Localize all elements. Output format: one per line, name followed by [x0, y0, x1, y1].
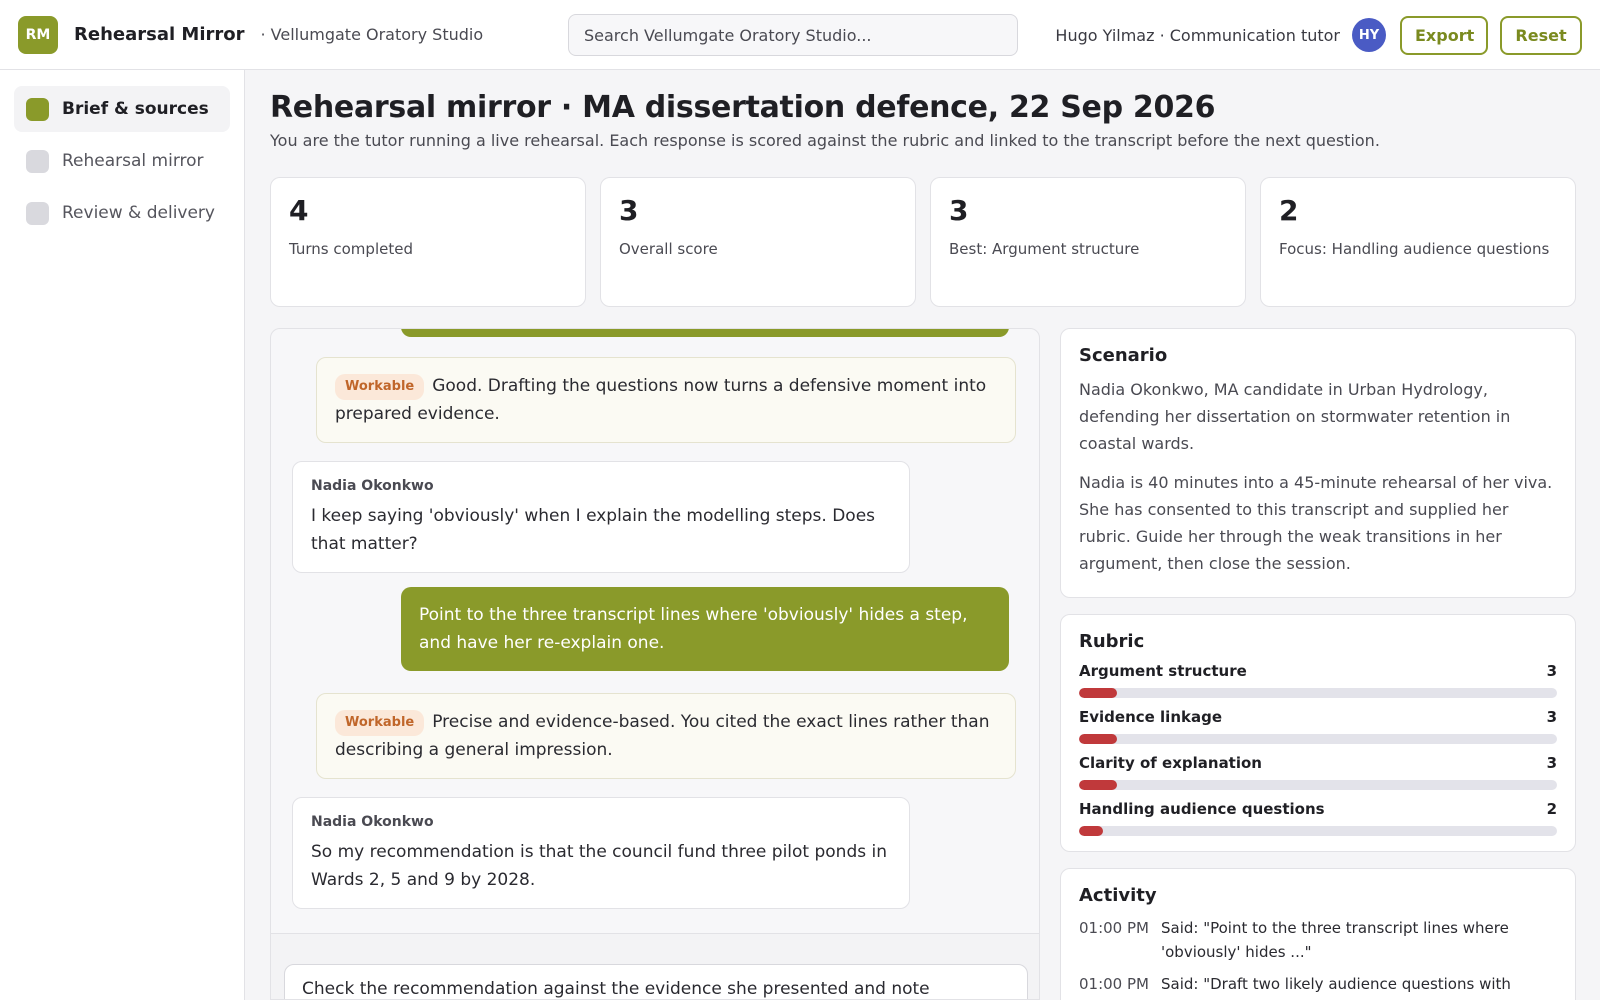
feedback-message: Workable Good. Drafting the questions now…	[316, 357, 1016, 443]
stat-label: Overall score	[619, 240, 718, 258]
rubric-title: Rubric	[1079, 631, 1145, 652]
rubric-score: 3	[1546, 662, 1557, 680]
org-name: · Vellumgate Oratory Studio	[260, 25, 484, 44]
activity-panel: Activity 01:00 PM Said: "Point to the th…	[1060, 868, 1576, 1000]
page-title: Rehearsal mirror · MA dissertation defen…	[270, 90, 1216, 125]
student-message: Nadia Okonkwo So my recommendation is th…	[292, 797, 910, 909]
top-bar: RM Rehearsal Mirror · Vellumgate Oratory…	[0, 0, 1600, 70]
page-subtitle: You are the tutor running a live rehears…	[270, 131, 1380, 150]
message-text: Precise and evidence-based. You cited th…	[335, 712, 990, 760]
step-check-icon	[26, 97, 49, 121]
message-text: Point to the three transcript lines wher…	[419, 605, 968, 653]
feedback-message: Workable Precise and evidence-based. You …	[316, 693, 1016, 779]
rubric-bar-fill	[1079, 688, 1118, 698]
speaker-name: Nadia Okonkwo	[311, 478, 434, 494]
score-badge: Workable	[335, 710, 425, 736]
message-text: So my recommendation is that the council…	[311, 842, 888, 890]
rubric-bar	[1079, 734, 1557, 744]
stat-card-turns: 4 Turns completed	[270, 177, 586, 307]
rubric-bar-fill	[1079, 780, 1118, 790]
rehearsal-chat[interactable]: Workable Good. Drafting the questions now…	[270, 328, 1040, 1000]
sidebar-item-review-delivery[interactable]: Review & delivery	[14, 190, 230, 236]
rubric-bar	[1079, 780, 1557, 790]
app-logo: RM	[18, 15, 58, 54]
search-input[interactable]	[568, 14, 1018, 56]
tutor-message-partial	[401, 329, 1009, 337]
rubric-label: Handling audience questions	[1079, 800, 1325, 818]
speaker-name: Nadia Okonkwo	[311, 814, 434, 830]
sidebar-item-rehearsal-mirror[interactable]: Rehearsal mirror	[14, 138, 230, 184]
user-label: Hugo Yilmaz · Communication tutor	[1055, 25, 1340, 45]
sidebar-item-label: Review & delivery	[62, 203, 215, 223]
sidebar-item-label: Rehearsal mirror	[62, 151, 204, 171]
stat-card-overall: 3 Overall score	[600, 177, 916, 307]
rubric-bar-fill	[1079, 826, 1103, 836]
rubric-item: Argument structure 3	[1079, 662, 1557, 698]
activity-text: Said: "Point to the three transcript lin…	[1161, 919, 1509, 961]
activity-item: 01:00 PM Said: "Draft two likely audienc…	[1079, 972, 1557, 996]
rubric-label: Clarity of explanation	[1079, 754, 1262, 772]
sidebar-item-label: Brief & sources	[62, 99, 209, 119]
stat-card-focus: 2 Focus: Handling audience questions	[1260, 177, 1576, 307]
avatar[interactable]: HY	[1352, 18, 1386, 52]
composer-input[interactable]: Check the recommendation against the evi…	[284, 964, 1028, 999]
stat-label: Turns completed	[289, 240, 413, 258]
activity-item: 01:00 PM Said: "Point to the three trans…	[1079, 916, 1557, 964]
message-text: Good. Drafting the questions now turns a…	[335, 376, 987, 424]
tutor-message: Point to the three transcript lines wher…	[401, 587, 1009, 671]
rubric-bar	[1079, 826, 1557, 836]
rubric-label: Evidence linkage	[1079, 708, 1223, 726]
message-text: I keep saying 'obviously' when I explain…	[311, 506, 876, 554]
stat-value: 2	[1279, 194, 1299, 227]
stat-label: Focus: Handling audience questions	[1279, 240, 1550, 258]
rubric-label: Argument structure	[1079, 662, 1247, 680]
sidebar-item-brief-sources[interactable]: Brief & sources	[14, 86, 230, 132]
rubric-bar	[1079, 688, 1557, 698]
rubric-item: Handling audience questions 2	[1079, 800, 1557, 836]
step-check-icon	[26, 149, 49, 173]
rubric-score: 3	[1546, 708, 1557, 726]
export-button[interactable]: Export	[1400, 16, 1488, 55]
composer: Check the recommendation against the evi…	[271, 933, 1039, 999]
scenario-instructions: Nadia is 40 minutes into a 45-minute reh…	[1079, 473, 1553, 573]
stat-label: Best: Argument structure	[949, 240, 1140, 258]
rubric-bar-fill	[1079, 734, 1118, 744]
rubric-panel: Rubric Argument structure 3 Evidence link…	[1060, 614, 1576, 852]
main-content: Rehearsal mirror · MA dissertation defen…	[270, 70, 1580, 1000]
stat-value: 4	[289, 194, 309, 227]
rubric-score: 2	[1546, 800, 1557, 818]
user-block: Hugo Yilmaz · Communication tutor HY	[1055, 0, 1386, 70]
activity-time: 01:00 PM	[1079, 919, 1149, 937]
stat-card-best: 3 Best: Argument structure	[930, 177, 1246, 307]
stat-value: 3	[949, 194, 969, 227]
rubric-item: Evidence linkage 3	[1079, 708, 1557, 744]
scenario-panel: Scenario Nadia Okonkwo, MA candidate in …	[1060, 328, 1576, 598]
reset-button[interactable]: Reset	[1500, 16, 1582, 55]
step-check-icon	[26, 201, 49, 225]
activity-time: 01:00 PM	[1079, 975, 1149, 993]
stat-value: 3	[619, 194, 639, 227]
scenario-title: Scenario	[1079, 345, 1168, 366]
score-badge: Workable	[335, 374, 425, 400]
scenario-summary: Nadia Okonkwo, MA candidate in Urban Hyd…	[1079, 380, 1511, 453]
rubric-score: 3	[1546, 754, 1557, 772]
activity-title: Activity	[1079, 885, 1157, 906]
sidebar: Brief & sources Rehearsal mirror Review …	[0, 70, 245, 1000]
student-message: Nadia Okonkwo I keep saying 'obviously' …	[292, 461, 910, 573]
app-name: Rehearsal Mirror	[74, 24, 245, 45]
activity-text: Said: "Draft two likely audience questio…	[1161, 975, 1511, 993]
stats-row: 4 Turns completed 3 Overall score 3 Best…	[270, 177, 1576, 307]
rubric-item: Clarity of explanation 3	[1079, 754, 1557, 790]
